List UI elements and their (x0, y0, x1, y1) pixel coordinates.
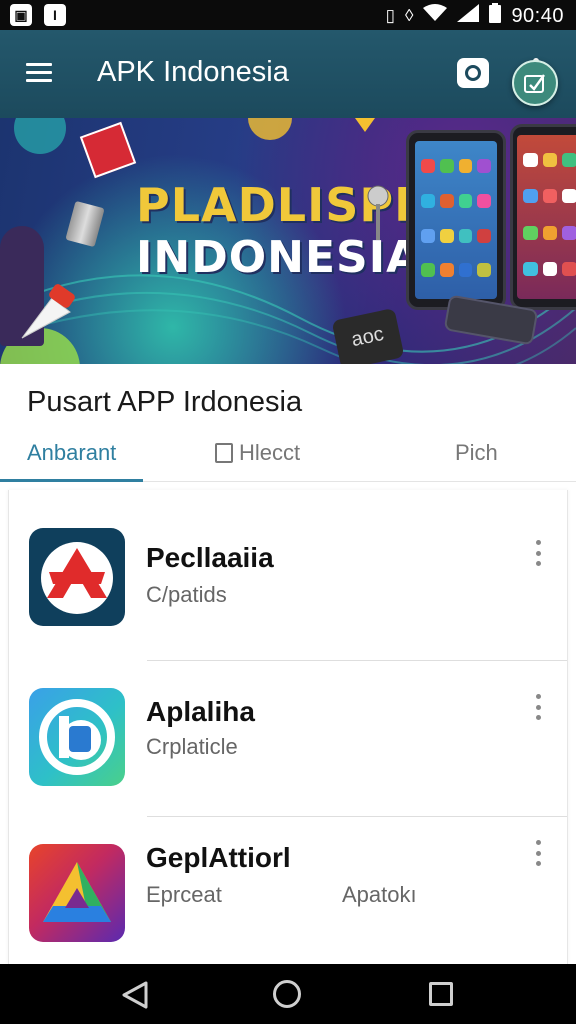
tab-anbarant[interactable]: Anbarant (27, 440, 116, 466)
pecllaaiia-app-icon[interactable] (29, 528, 125, 626)
tab-bar: Anbarant Hlecct Pich (0, 428, 576, 482)
app-subtitle: Crplaticle (146, 734, 238, 759)
nfc-icon: ◊ (405, 6, 414, 25)
vibrate-icon: ▯ (385, 6, 396, 25)
app-subtitle: C/patids (146, 582, 227, 607)
notification-icon: I (44, 4, 66, 26)
update-badge-icon[interactable] (512, 60, 558, 106)
status-bar: ▣ I ▯ ◊ 90:40 (0, 0, 576, 30)
app-bar: APK Indonesia (0, 30, 576, 118)
list-item[interactable]: Aplaliha Crplaticle (9, 652, 569, 802)
app-name[interactable]: Pecllaaiia (146, 542, 274, 574)
home-icon[interactable] (273, 980, 301, 1008)
app-list: Pecllaaiia C/patids Aplaliha Crplaticle (8, 490, 568, 964)
phone-image (406, 130, 506, 310)
item-overflow-icon[interactable] (533, 540, 543, 566)
tab-pich[interactable]: Pich (455, 440, 498, 466)
app-title: APK Indonesia (97, 56, 289, 88)
signal-icon (457, 4, 480, 28)
camera-icon[interactable] (457, 58, 489, 88)
list-item[interactable]: Pecllaaiia C/patids (9, 490, 569, 640)
navigation-bar (0, 964, 576, 1024)
section-title: Pusart APP Irdonesia (27, 386, 303, 418)
tab-hlecct-label: Hlecct (239, 440, 301, 465)
menu-icon[interactable] (26, 63, 52, 83)
drone-icon (362, 184, 394, 244)
wifi-icon (423, 4, 448, 28)
geplattiorl-app-icon[interactable] (29, 844, 125, 942)
shuttlecock-icon (12, 278, 82, 348)
item-overflow-icon[interactable] (533, 694, 543, 720)
aplaliha-app-icon[interactable] (29, 688, 125, 786)
item-overflow-icon[interactable] (533, 840, 543, 866)
tab-hlecct[interactable]: Hlecct (215, 440, 300, 466)
tab-indicator (0, 479, 143, 482)
app-extra-label: Apatokı (342, 882, 417, 907)
promo-banner[interactable]: PLADLISPR INDONESIA aoc (0, 118, 576, 364)
app-name[interactable]: Aplaliha (146, 696, 255, 728)
gallery-icon: ▣ (10, 4, 32, 26)
back-icon[interactable] (120, 981, 150, 1014)
list-item[interactable]: GeplAttiorl Eprceat Apatokı (9, 812, 569, 962)
phone-image-2 (510, 124, 576, 310)
app-name[interactable]: GeplAttiorl (146, 842, 291, 874)
recent-apps-icon[interactable] (429, 982, 453, 1006)
app-subtitle: Eprceat (146, 882, 222, 907)
document-icon (215, 443, 233, 463)
clock: 90:40 (511, 4, 564, 27)
battery-icon (489, 3, 502, 29)
